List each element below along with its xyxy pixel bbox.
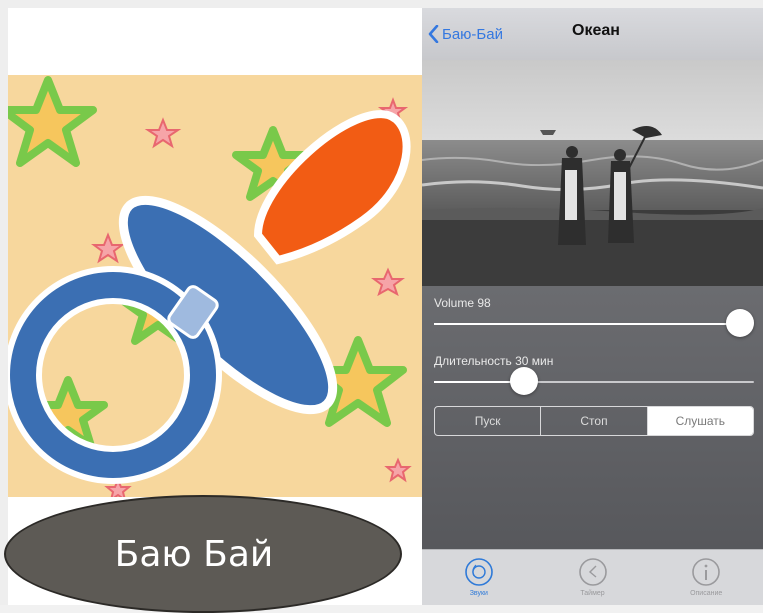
volume-slider-fill: [434, 323, 748, 325]
tab-info-label: Описание: [690, 590, 723, 597]
playback-segmented-control: Пуск Стоп Слушать: [434, 406, 754, 436]
screen-title: Океан: [572, 22, 620, 39]
back-button[interactable]: Баю-Бай: [428, 20, 503, 48]
app-name: Баю Бай: [114, 533, 274, 575]
tab-info[interactable]: Описание: [649, 550, 763, 605]
duration-slider-thumb[interactable]: [509, 367, 538, 395]
duration-slider[interactable]: [434, 367, 754, 395]
volume-slider[interactable]: [434, 309, 754, 337]
info-icon: [692, 558, 720, 586]
duration-label: Длительность 30 мин: [434, 354, 554, 368]
segment-play[interactable]: Пуск: [435, 407, 542, 435]
disc-icon: [465, 558, 493, 586]
navigation-bar: Баю-Бай Океан: [422, 8, 763, 61]
back-label: Баю-Бай: [442, 25, 503, 43]
chevron-left-icon: [428, 25, 439, 43]
page: Баю Бай Баю-Бай Океан Volume 98 Длительн…: [0, 0, 763, 613]
volume-slider-thumb[interactable]: [726, 309, 754, 337]
player-controls: Volume 98 Длительность 30 мин Пуск Стоп …: [422, 286, 763, 549]
clock-icon: [578, 558, 607, 586]
tab-bar: Звуки Таймер Описание: [422, 549, 763, 605]
tab-timer-label: Таймер: [580, 590, 605, 597]
pacifier-illustration: [8, 75, 422, 497]
phone-screen: Баю-Бай Океан Volume 98 Длительность 30 …: [422, 8, 763, 605]
promo-panel: Баю Бай: [4, 8, 422, 613]
tab-timer[interactable]: Таймер: [536, 550, 650, 605]
tab-sounds[interactable]: Звуки: [422, 550, 536, 605]
app-name-badge: Баю Бай: [4, 495, 402, 613]
segment-stop[interactable]: Стоп: [541, 407, 648, 435]
tab-sounds-label: Звуки: [469, 590, 488, 597]
ocean-photo: [422, 60, 763, 286]
segment-listen[interactable]: Слушать: [647, 407, 753, 435]
volume-label: Volume 98: [434, 296, 491, 310]
